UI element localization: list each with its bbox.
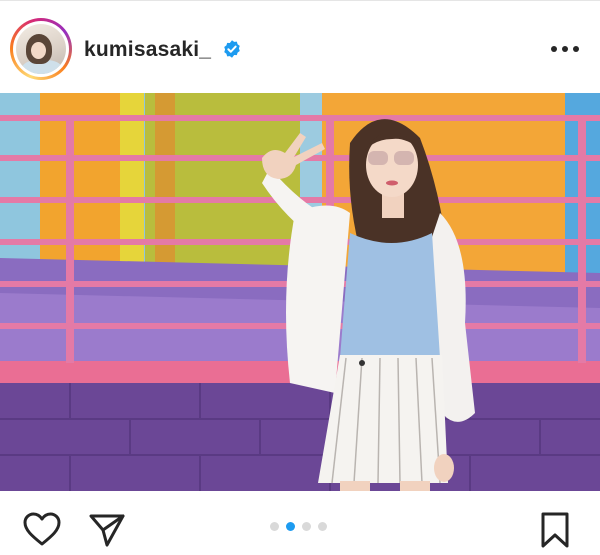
carousel-dot xyxy=(302,522,311,531)
instagram-post: kumisasaki_ xyxy=(0,0,600,555)
username-link[interactable]: kumisasaki_ xyxy=(84,38,211,62)
carousel-dot-active xyxy=(286,522,295,531)
paper-plane-icon[interactable] xyxy=(88,512,126,548)
verified-badge-icon xyxy=(224,40,240,58)
carousel-indicator xyxy=(268,522,332,534)
more-horizontal-icon[interactable] xyxy=(548,36,582,62)
post-header: kumisasaki_ xyxy=(0,12,600,84)
post-actions-bar xyxy=(0,492,600,555)
carousel-dot xyxy=(270,522,279,531)
carousel-dot xyxy=(318,522,327,531)
post-photo[interactable] xyxy=(0,93,600,491)
heart-icon[interactable] xyxy=(22,511,62,547)
top-divider xyxy=(0,0,600,1)
bookmark-icon[interactable] xyxy=(539,511,571,549)
profile-avatar[interactable] xyxy=(10,18,72,80)
photo-illustration xyxy=(0,93,600,491)
